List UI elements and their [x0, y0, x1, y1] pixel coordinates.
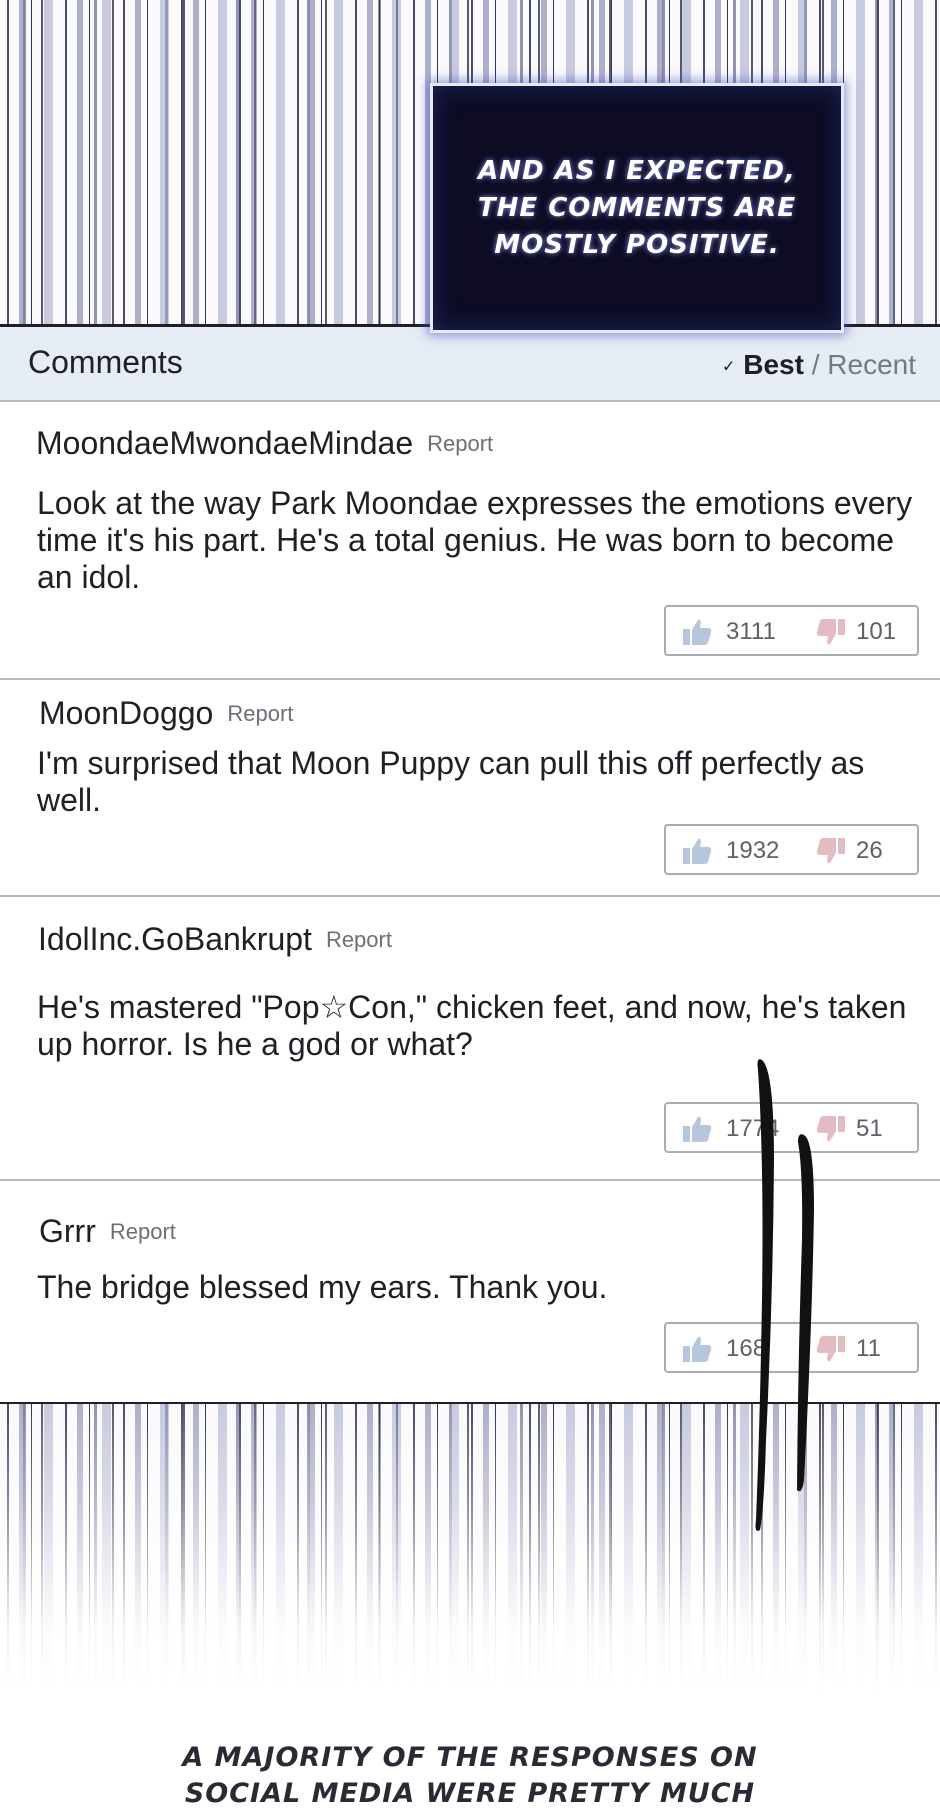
- comment-item: MoondaeMwondaeMindae Report Look at the w…: [0, 400, 940, 680]
- comment-author[interactable]: MoondaeMwondaeMindae: [36, 425, 413, 461]
- check-icon: ✓: [722, 358, 736, 376]
- narration-text: AND AS I EXPECTED, THE COMMENTS ARE MOST…: [477, 155, 797, 260]
- sort-control: ✓ Best / Recent: [722, 349, 916, 381]
- dislike-count: 51: [856, 1115, 883, 1142]
- like-count: 3111: [726, 618, 776, 645]
- comment-author[interactable]: Grrr: [39, 1213, 96, 1249]
- comment-author[interactable]: IdolInc.GoBankrupt: [38, 921, 312, 957]
- narration-bottom: A MAJORITY OF THE RESPONSES ON SOCIAL ME…: [182, 1742, 758, 1809]
- scratch-marks: [755, 1059, 814, 1531]
- report-link[interactable]: Report: [427, 431, 493, 456]
- comment-header: Grrr Report: [39, 1213, 176, 1250]
- vote-box: 1932 26: [664, 824, 919, 875]
- report-link[interactable]: Report: [326, 927, 392, 952]
- thumbs-up-icon[interactable]: [682, 1335, 712, 1363]
- thumbs-up-icon[interactable]: [682, 1115, 712, 1143]
- thumbs-down-icon[interactable]: [816, 837, 846, 865]
- comment-text: Look at the way Park Moondae expresses t…: [37, 485, 913, 595]
- dislike-count: 11: [856, 1335, 881, 1362]
- sort-separator: /: [811, 349, 820, 380]
- sort-recent-tab[interactable]: Recent: [827, 349, 916, 380]
- vote-box: 3111 101: [664, 605, 919, 656]
- comment-header: MoonDoggo Report: [39, 695, 293, 732]
- thumbs-up-icon[interactable]: [682, 837, 712, 865]
- dislike-count: 101: [856, 618, 897, 645]
- like-count: 1932: [726, 837, 780, 864]
- comment-item: MoonDoggo Report I'm surprised that Moon …: [0, 680, 940, 897]
- comments-title: Comments: [28, 344, 183, 380]
- narration-box: AND AS I EXPECTED, THE COMMENTS ARE MOST…: [430, 83, 844, 333]
- thumbs-up-icon[interactable]: [682, 618, 712, 646]
- report-link[interactable]: Report: [110, 1219, 176, 1244]
- report-link[interactable]: Report: [227, 701, 293, 726]
- comment-header: MoondaeMwondaeMindae Report: [36, 425, 493, 462]
- comment-text: I'm surprised that Moon Puppy can pull t…: [37, 745, 865, 818]
- comment-author[interactable]: MoonDoggo: [39, 695, 213, 731]
- dislike-count: 26: [856, 837, 883, 864]
- thumbs-down-icon[interactable]: [816, 618, 846, 646]
- comments-header: Comments ✓ Best / Recent: [0, 327, 940, 402]
- comment-header: IdolInc.GoBankrupt Report: [38, 921, 392, 958]
- sort-best-tab[interactable]: Best: [743, 349, 804, 380]
